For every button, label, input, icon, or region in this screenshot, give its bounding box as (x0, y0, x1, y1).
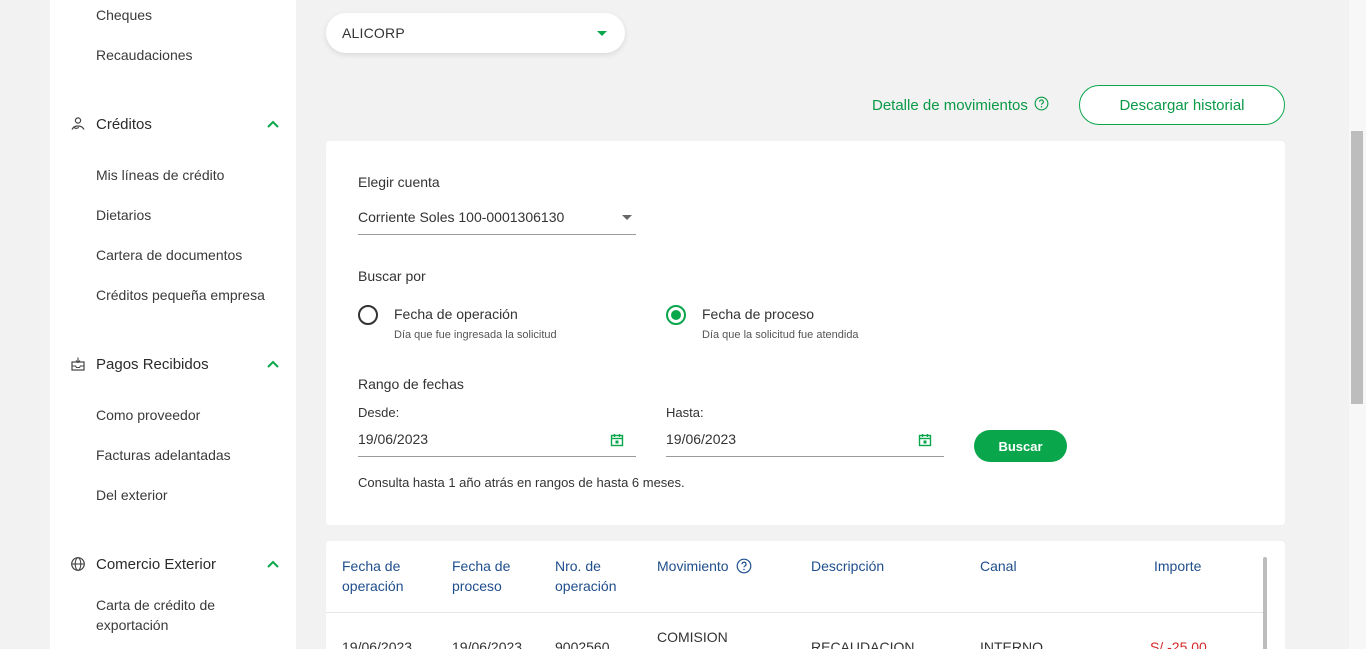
desde-date-value: 19/06/2023 (358, 431, 429, 447)
header-descripcion[interactable]: Descripción (811, 556, 884, 576)
fecha-operacion-radio-option[interactable]: Fecha de operación Día que fue ingresada… (358, 305, 598, 345)
cell-movimiento: COMISION (657, 629, 728, 645)
header-movimiento[interactable]: Movimiento (657, 556, 752, 579)
sidebar-item-del-exterior[interactable]: Del exterior (96, 485, 168, 505)
sidebar-item-dietarios[interactable]: Dietarios (96, 205, 151, 225)
sidebar-item-carta-credito[interactable]: Carta de crédito de exportación (96, 595, 215, 635)
header-nro-operacion[interactable]: Nro. de operación (555, 556, 617, 596)
company-select-value: ALICORP (342, 25, 405, 41)
caret-down-icon (597, 30, 607, 36)
chevron-up-icon[interactable] (266, 117, 280, 131)
calendar-icon[interactable] (610, 433, 624, 447)
sidebar-section-title: Pagos Recibidos (96, 355, 209, 373)
header-label: Movimiento (657, 558, 729, 574)
account-select[interactable]: Corriente Soles 100-0001306130 (358, 207, 636, 235)
sidebar-item-pequena-empresa[interactable]: Créditos pequeña empresa (96, 285, 265, 305)
sidebar-item-como-proveedor[interactable]: Como proveedor (96, 405, 200, 425)
header-fecha-proceso[interactable]: Fecha de proceso (452, 556, 510, 596)
hasta-date-input[interactable]: 19/06/2023 (666, 427, 944, 457)
company-select[interactable]: ALICORP (326, 13, 625, 53)
sidebar-item-mis-lineas[interactable]: Mis líneas de crédito (96, 165, 224, 185)
elegir-cuenta-label: Elegir cuenta (358, 174, 440, 190)
help-icon[interactable] (1034, 96, 1049, 115)
sidebar-item-label: Carta de crédito de (96, 597, 216, 613)
table-scrollbar[interactable] (1263, 557, 1267, 649)
header-canal[interactable]: Canal (980, 556, 1017, 576)
movements-table: Fecha de operación Fecha de proceso Nro.… (326, 541, 1285, 649)
fecha-proceso-radio[interactable] (666, 305, 686, 325)
radio-subtitle: Día que fue ingresada la solicitud (394, 329, 557, 341)
descargar-historial-button[interactable]: Descargar historial (1079, 85, 1285, 125)
header-label: operación (342, 578, 404, 594)
globe-icon (70, 556, 86, 572)
cell-nro-operacion: 9002560 (555, 639, 610, 649)
calendar-icon[interactable] (918, 433, 932, 447)
radio-title: Fecha de proceso (702, 306, 815, 322)
detalle-movimientos-label: Detalle de movimientos (872, 96, 1028, 114)
header-label: operación (555, 578, 617, 594)
header-label: Fecha de (452, 558, 511, 574)
hasta-date-value: 19/06/2023 (666, 431, 737, 447)
fecha-operacion-radio[interactable] (358, 305, 378, 325)
inbox-icon (70, 356, 86, 372)
chevron-up-icon[interactable] (266, 357, 280, 371)
person-money-icon (70, 116, 86, 132)
desde-date-input[interactable]: 19/06/2023 (358, 427, 636, 457)
sidebar-section-title: Créditos (96, 115, 152, 133)
sidebar: Cheques Recaudaciones Créditos Mis línea… (50, 0, 296, 649)
sidebar-section-pagos-recibidos[interactable]: Pagos Recibidos (70, 352, 280, 376)
caret-down-icon (622, 215, 632, 220)
hasta-label: Hasta: (666, 405, 704, 420)
sidebar-section-comercio-exterior[interactable]: Comercio Exterior (70, 552, 280, 576)
cell-importe: S/ -25.00 (1150, 639, 1207, 649)
account-select-value: Corriente Soles 100-0001306130 (358, 209, 565, 225)
sidebar-item-facturas-adelantadas[interactable]: Facturas adelantadas (96, 445, 231, 465)
chevron-up-icon[interactable] (266, 557, 280, 571)
help-icon[interactable] (736, 558, 752, 579)
sidebar-item-cartera[interactable]: Cartera de documentos (96, 245, 242, 265)
fecha-proceso-radio-option[interactable]: Fecha de proceso Día que la solicitud fu… (666, 305, 906, 345)
cell-fecha-proceso: 19/06/2023 (452, 639, 523, 649)
header-label: Fecha de (342, 558, 401, 574)
sidebar-section-title: Comercio Exterior (96, 555, 217, 573)
page-scrollbar-thumb[interactable] (1351, 131, 1363, 404)
rango-fechas-label: Rango de fechas (358, 376, 464, 392)
header-importe[interactable]: Importe (1154, 556, 1201, 576)
sidebar-item-recaudaciones[interactable]: Recaudaciones (96, 45, 193, 65)
sidebar-section-creditos[interactable]: Créditos (70, 112, 280, 136)
cell-canal: INTERNO (980, 639, 1043, 649)
buscar-por-label: Buscar por (358, 268, 426, 284)
header-fecha-operacion[interactable]: Fecha de operación (342, 556, 404, 596)
sidebar-item-cheques[interactable]: Cheques (96, 5, 152, 25)
consulta-hint: Consulta hasta 1 año atrás en rangos de … (358, 475, 685, 490)
radio-title: Fecha de operación (394, 306, 518, 322)
cell-descripcion: RECAUDACION (811, 639, 915, 649)
buscar-button[interactable]: Buscar (974, 430, 1067, 462)
radio-subtitle: Día que la solicitud fue atendida (702, 329, 859, 341)
header-label: Nro. de (555, 558, 601, 574)
header-label: proceso (452, 578, 502, 594)
filter-card: Elegir cuenta Corriente Soles 100-000130… (326, 141, 1285, 525)
detalle-movimientos-link[interactable]: Detalle de movimientos (872, 95, 1049, 115)
sidebar-item-label: exportación (96, 617, 169, 633)
cell-fecha-operacion: 19/06/2023 (342, 639, 413, 649)
desde-label: Desde: (358, 405, 400, 420)
row-divider (326, 612, 1265, 613)
